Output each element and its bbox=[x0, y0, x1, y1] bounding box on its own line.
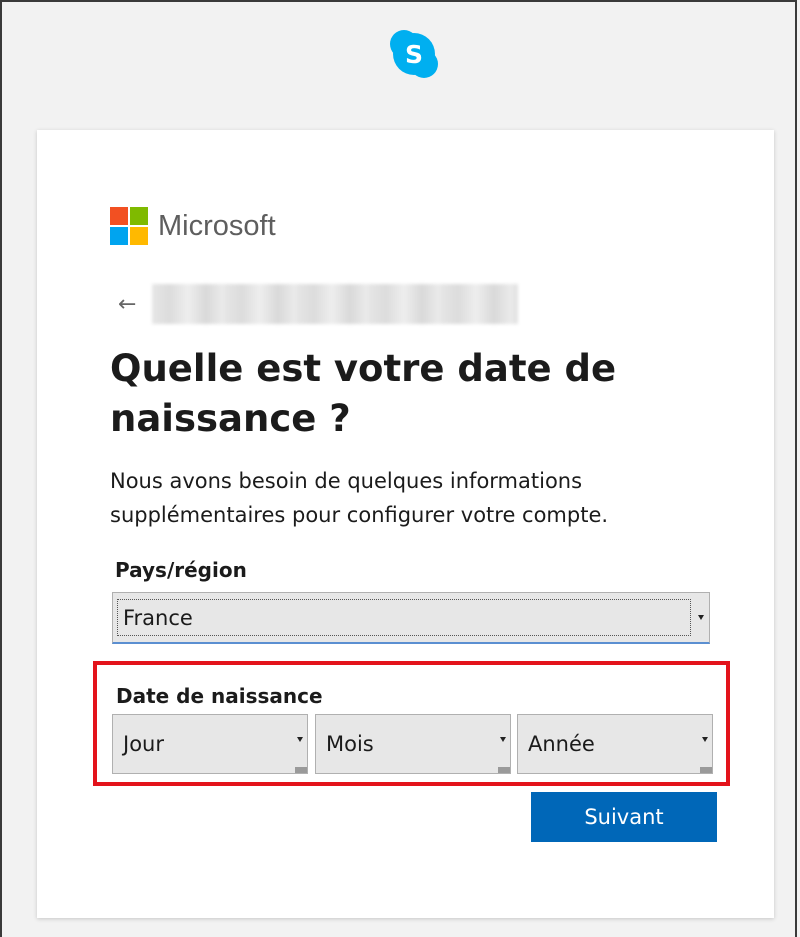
chevron-down-icon bbox=[702, 737, 708, 742]
focus-outline bbox=[117, 599, 691, 636]
microsoft-logo: Microsoft bbox=[110, 207, 276, 245]
microsoft-wordmark: Microsoft bbox=[158, 209, 276, 242]
country-label: Pays/région bbox=[115, 558, 247, 582]
birthdate-label: Date de naissance bbox=[116, 684, 323, 708]
birth-year-placeholder: Année bbox=[528, 732, 595, 756]
microsoft-logo-icon bbox=[110, 207, 148, 245]
birth-year-select[interactable]: Année bbox=[517, 714, 713, 774]
page-description: Nous avons besoin de quelques informatio… bbox=[110, 469, 609, 527]
birth-day-select[interactable]: Jour bbox=[112, 714, 308, 774]
skype-icon-letter: S bbox=[405, 40, 423, 69]
chevron-down-icon bbox=[297, 737, 303, 742]
chevron-down-icon bbox=[500, 737, 506, 742]
select-resize-corner bbox=[700, 767, 712, 773]
chevron-down-icon bbox=[698, 615, 704, 620]
account-identifier-row: ← bbox=[118, 284, 518, 324]
page-title: Quelle est votre date de naissance ? bbox=[110, 347, 617, 440]
skype-icon: S bbox=[390, 30, 438, 78]
browser-window-frame: S Microsoft ← Quelle est votre date de n… bbox=[0, 0, 797, 937]
birth-month-placeholder: Mois bbox=[326, 732, 374, 756]
next-button[interactable]: Suivant bbox=[531, 792, 717, 842]
select-resize-corner bbox=[498, 767, 510, 773]
birth-day-placeholder: Jour bbox=[123, 732, 164, 756]
select-resize-corner bbox=[295, 767, 307, 773]
birth-month-select[interactable]: Mois bbox=[315, 714, 511, 774]
country-select-value: France bbox=[123, 605, 193, 630]
blurred-account-email bbox=[152, 284, 518, 324]
back-arrow-icon[interactable]: ← bbox=[118, 292, 142, 317]
country-select[interactable]: France bbox=[112, 592, 710, 644]
